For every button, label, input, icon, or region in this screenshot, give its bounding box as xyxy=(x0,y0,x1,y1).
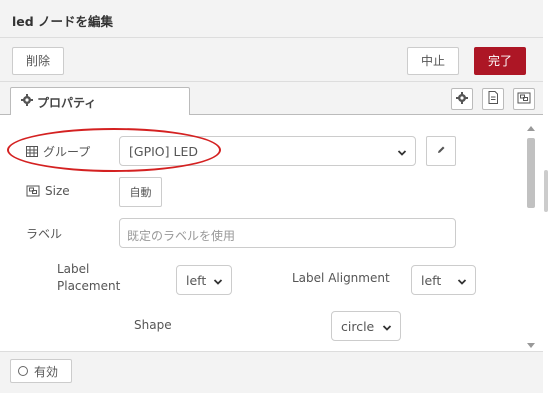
label-placement-line2: Placement xyxy=(57,279,121,293)
label-alignment-value: left xyxy=(421,273,442,288)
chevron-down-icon xyxy=(397,146,407,156)
settings-tab-button[interactable] xyxy=(451,88,473,110)
chevron-down-icon xyxy=(382,321,392,331)
label-placement-value: left xyxy=(186,273,207,288)
pencil-icon xyxy=(436,145,446,158)
name-label: ラベル xyxy=(26,226,63,241)
label-alignment-select[interactable]: left xyxy=(411,265,476,295)
object-group-icon xyxy=(517,92,531,107)
size-label-row: Size xyxy=(26,183,70,199)
tab-properties[interactable]: プロパティ xyxy=(10,87,190,116)
done-button[interactable]: 完了 xyxy=(474,47,526,75)
tray-header: led ノードを編集 xyxy=(0,0,543,38)
highlight-oval xyxy=(7,128,221,172)
label-alignment-label: Label Alignment xyxy=(292,271,390,285)
tray-title: led ノードを編集 xyxy=(12,14,114,29)
edit-tray: led ノードを編集 削除 中止 完了 プロパティ グループ [GPIO] LE… xyxy=(0,0,543,393)
document-icon xyxy=(487,91,499,107)
circle-icon xyxy=(18,366,28,376)
tab-properties-label: プロパティ xyxy=(37,96,97,110)
scroll-thumb[interactable] xyxy=(527,138,535,208)
description-tab-button[interactable] xyxy=(482,88,504,110)
object-group-icon xyxy=(26,185,40,197)
name-input[interactable]: 既定のラベルを使用 xyxy=(119,218,456,248)
appearance-tab-button[interactable] xyxy=(513,88,535,110)
size-auto-button[interactable]: 自動 xyxy=(119,177,162,207)
name-label-row: ラベル xyxy=(26,225,62,241)
shape-value: circle xyxy=(341,319,375,334)
vertical-scrollbar[interactable] xyxy=(524,124,538,350)
resize-handle[interactable] xyxy=(544,170,548,212)
tray-toolbar: 削除 中止 完了 xyxy=(0,38,543,82)
tab-bar: プロパティ xyxy=(0,82,543,116)
edit-group-button[interactable] xyxy=(426,136,456,166)
shape-select[interactable]: circle xyxy=(331,311,401,341)
gear-icon xyxy=(21,94,33,106)
cancel-button[interactable]: 中止 xyxy=(407,47,459,75)
tray-footer: 有効 xyxy=(0,351,543,393)
gear-icon xyxy=(456,91,468,107)
shape-label: Shape xyxy=(134,318,172,332)
label-placement-select[interactable]: left xyxy=(176,265,232,295)
label-placement-line1: Label xyxy=(57,262,90,276)
scroll-up-arrow-icon[interactable] xyxy=(527,126,535,131)
size-label: Size xyxy=(45,184,70,198)
chevron-down-icon xyxy=(457,275,467,285)
name-input-placeholder: 既定のラベルを使用 xyxy=(127,229,236,243)
enabled-toggle[interactable]: 有効 xyxy=(10,359,72,383)
delete-button[interactable]: 削除 xyxy=(12,47,64,75)
enabled-label: 有効 xyxy=(34,364,59,379)
label-placement-label: Label Placement xyxy=(57,261,120,295)
scroll-down-arrow-icon[interactable] xyxy=(527,343,535,348)
chevron-down-icon xyxy=(213,275,223,285)
